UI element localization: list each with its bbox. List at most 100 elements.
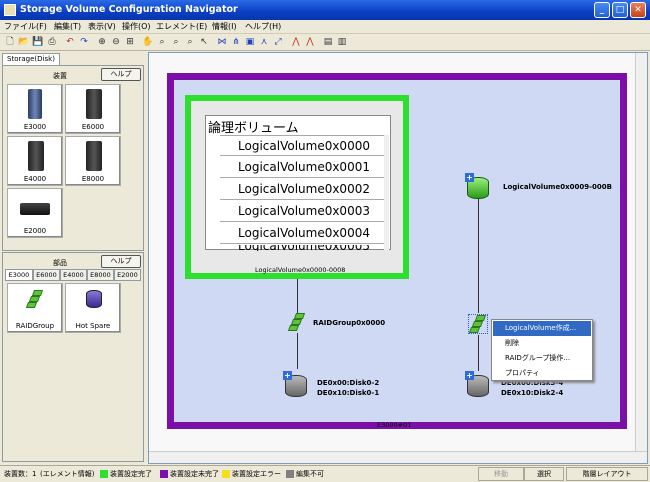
layout-icon[interactable]: ⋈ — [216, 36, 228, 48]
volume-item[interactable]: LogicalVolume0x0000 — [220, 135, 388, 156]
volume-item[interactable]: LogicalVolume0x0003 — [220, 201, 388, 222]
device-e3000[interactable]: E3000 — [7, 84, 63, 134]
save-icon[interactable]: 💾 — [32, 36, 44, 48]
legend-label: 装置設定未完了 — [170, 470, 219, 478]
hot-spare-icon — [86, 290, 102, 308]
connect-icon[interactable]: ⤢ — [272, 36, 284, 48]
mode-select[interactable]: 選択 — [524, 467, 564, 481]
volume-item[interactable]: LogicalVolume0x0005 — [220, 245, 388, 251]
parts-tab-e8000[interactable]: E8000 — [87, 269, 114, 281]
redo-icon[interactable]: ↷ — [78, 36, 90, 48]
mode-move[interactable]: 移動 — [478, 467, 524, 481]
parts-tab-e6000[interactable]: E6000 — [33, 269, 60, 281]
menu-operation[interactable]: 操作(O) — [122, 21, 151, 32]
part-raidgroup[interactable]: RAIDGroup — [7, 283, 63, 333]
volume-list-scrollbar[interactable] — [384, 135, 389, 250]
legend-label: 装置設定エラー — [232, 470, 281, 478]
title-bar: Storage Volume Configuration Navigator — [0, 0, 650, 20]
palette-panel: Storage(Disk) 装置 ヘルプ E3000 E6000 E4000 E… — [0, 52, 146, 464]
plus-icon: + — [283, 371, 292, 380]
device-e2000[interactable]: E2000 — [7, 188, 63, 238]
menu-view[interactable]: 表示(V) — [88, 21, 116, 32]
group-alt-icon[interactable]: ⋀ — [304, 36, 316, 48]
canvas-horizontal-scrollbar[interactable] — [149, 451, 647, 463]
hand-icon[interactable]: ✋ — [142, 36, 154, 48]
ctx-raid-operation[interactable]: RAIDグループ操作... — [493, 351, 591, 366]
parts-tab-e2000[interactable]: E2000 — [114, 269, 141, 281]
export-icon[interactable]: ▥ — [336, 36, 348, 48]
raidgroup-icon[interactable] — [468, 314, 488, 334]
menu-info[interactable]: 情報(I) — [212, 21, 237, 32]
parts-tab-e4000[interactable]: E4000 — [60, 269, 87, 281]
tab-storage-disk[interactable]: Storage(Disk) — [2, 53, 60, 65]
volume-item[interactable]: LogicalVolume0x0004 — [220, 223, 388, 244]
maximize-button[interactable]: □ — [612, 2, 628, 18]
canvas-vertical-scrollbar[interactable] — [635, 53, 647, 451]
raidgroup-label: RAIDGroup0x0000 — [313, 319, 386, 327]
device-e4000[interactable]: E4000 — [7, 136, 63, 186]
search-icon[interactable]: ⌕ — [184, 36, 196, 48]
legend-swatch — [286, 470, 294, 478]
grid-layout-icon[interactable]: ▣ — [244, 36, 256, 48]
connector-line — [297, 279, 298, 313]
zoom-in-icon[interactable]: ⊕ — [96, 36, 108, 48]
zoom-out-icon[interactable]: ⊖ — [110, 36, 122, 48]
menu-element[interactable]: エレメント(E) — [156, 21, 207, 32]
legend-swatch — [100, 470, 108, 478]
window-title: Storage Volume Configuration Navigator — [20, 4, 238, 15]
menu-help[interactable]: ヘルプ(H) — [245, 21, 281, 32]
disk-label: DE0x10:Disk0-1 — [317, 389, 380, 397]
connector-line — [478, 199, 479, 313]
element-info: (エレメント情報) — [40, 470, 95, 478]
zoom-area-icon[interactable]: ⌕ — [156, 36, 168, 48]
disk-label: DE0x10:Disk2-4 — [501, 389, 564, 397]
volume-list-header: 論理ボリューム — [208, 121, 299, 136]
fit-icon[interactable]: ⊞ — [124, 36, 136, 48]
canvas-area[interactable]: E3000#01 LogicalVolume0x0000-0008 論理ボリュー… — [149, 53, 635, 451]
logical-volume-label: LogicalVolume0x0009-000B — [503, 183, 612, 191]
devices-panel: 装置 ヘルプ E3000 E6000 E4000 E8000 E2000 — [2, 65, 144, 251]
zoom-fit-icon[interactable]: ⌕ — [170, 36, 182, 48]
raidgroup-icon — [25, 290, 45, 308]
volume-item[interactable]: LogicalVolume0x0002 — [220, 179, 388, 200]
device-e6000[interactable]: E6000 — [65, 84, 121, 134]
parts-help-button[interactable]: ヘルプ — [101, 255, 141, 268]
menu-edit[interactable]: 編集(T) — [54, 21, 81, 32]
context-menu: LogicalVolume作成... 削除 RAIDグループ操作... プロパテ… — [491, 319, 593, 381]
raidgroup-icon[interactable] — [287, 313, 306, 331]
plus-icon: + — [465, 371, 474, 380]
hierarchy-icon[interactable]: ⋔ — [230, 36, 242, 48]
volume-item[interactable]: LogicalVolume0x0001 — [220, 157, 388, 178]
properties-icon[interactable]: ▤ — [322, 36, 334, 48]
part-hot-spare[interactable]: Hot Spare — [65, 283, 121, 333]
group-red-icon[interactable]: ⋀ — [290, 36, 302, 48]
close-button[interactable]: ✕ — [630, 2, 646, 18]
ctx-properties[interactable]: プロパティ — [493, 366, 591, 381]
ctx-create-volume[interactable]: LogicalVolume作成... — [493, 321, 591, 336]
open-icon[interactable]: 📂 — [18, 36, 30, 48]
parts-panel: 部品 ヘルプ E3000 E6000 E4000 E8000 E2000 RAI… — [2, 252, 144, 462]
print-icon[interactable]: ⎙ — [46, 36, 58, 48]
undo-icon[interactable]: ↶ — [64, 36, 76, 48]
logical-volume-list[interactable]: 論理ボリューム LogicalVolume0x0000 LogicalVolum… — [205, 115, 391, 251]
menu-file[interactable]: ファイル(F) — [4, 21, 47, 32]
parts-tab-e3000[interactable]: E3000 — [5, 269, 33, 281]
disk-label: DE0x00:Disk0-2 — [317, 379, 380, 387]
logical-volume-group-label: LogicalVolume0x0000-0008 — [255, 266, 346, 274]
plus-icon: + — [465, 173, 474, 182]
devices-help-button[interactable]: ヘルプ — [101, 68, 141, 81]
layout-mode[interactable]: 階層レイアウト — [566, 467, 648, 481]
select-arrow-icon[interactable]: ↖ — [198, 36, 210, 48]
ctx-delete[interactable]: 削除 — [493, 336, 591, 351]
legend-label: 装置設定完了 — [110, 470, 152, 478]
status-bar: 装置数：1 (エレメント情報) 装置設定完了 装置設定未完了 装置設定エラー 編… — [0, 465, 650, 482]
connector-line — [478, 335, 479, 371]
tree-layout-icon[interactable]: ⋏ — [258, 36, 270, 48]
legend-label: 編集不可 — [296, 470, 324, 478]
menu-bar: ファイル(F) 編集(T) 表示(V) 操作(O) エレメント(E) 情報(I)… — [0, 20, 650, 34]
minimize-button[interactable]: _ — [594, 2, 610, 18]
device-e8000[interactable]: E8000 — [65, 136, 121, 186]
diagram-canvas[interactable]: E3000#01 LogicalVolume0x0000-0008 論理ボリュー… — [148, 52, 648, 464]
new-icon[interactable]: 🗋 — [4, 36, 16, 48]
connector-line — [297, 333, 298, 369]
